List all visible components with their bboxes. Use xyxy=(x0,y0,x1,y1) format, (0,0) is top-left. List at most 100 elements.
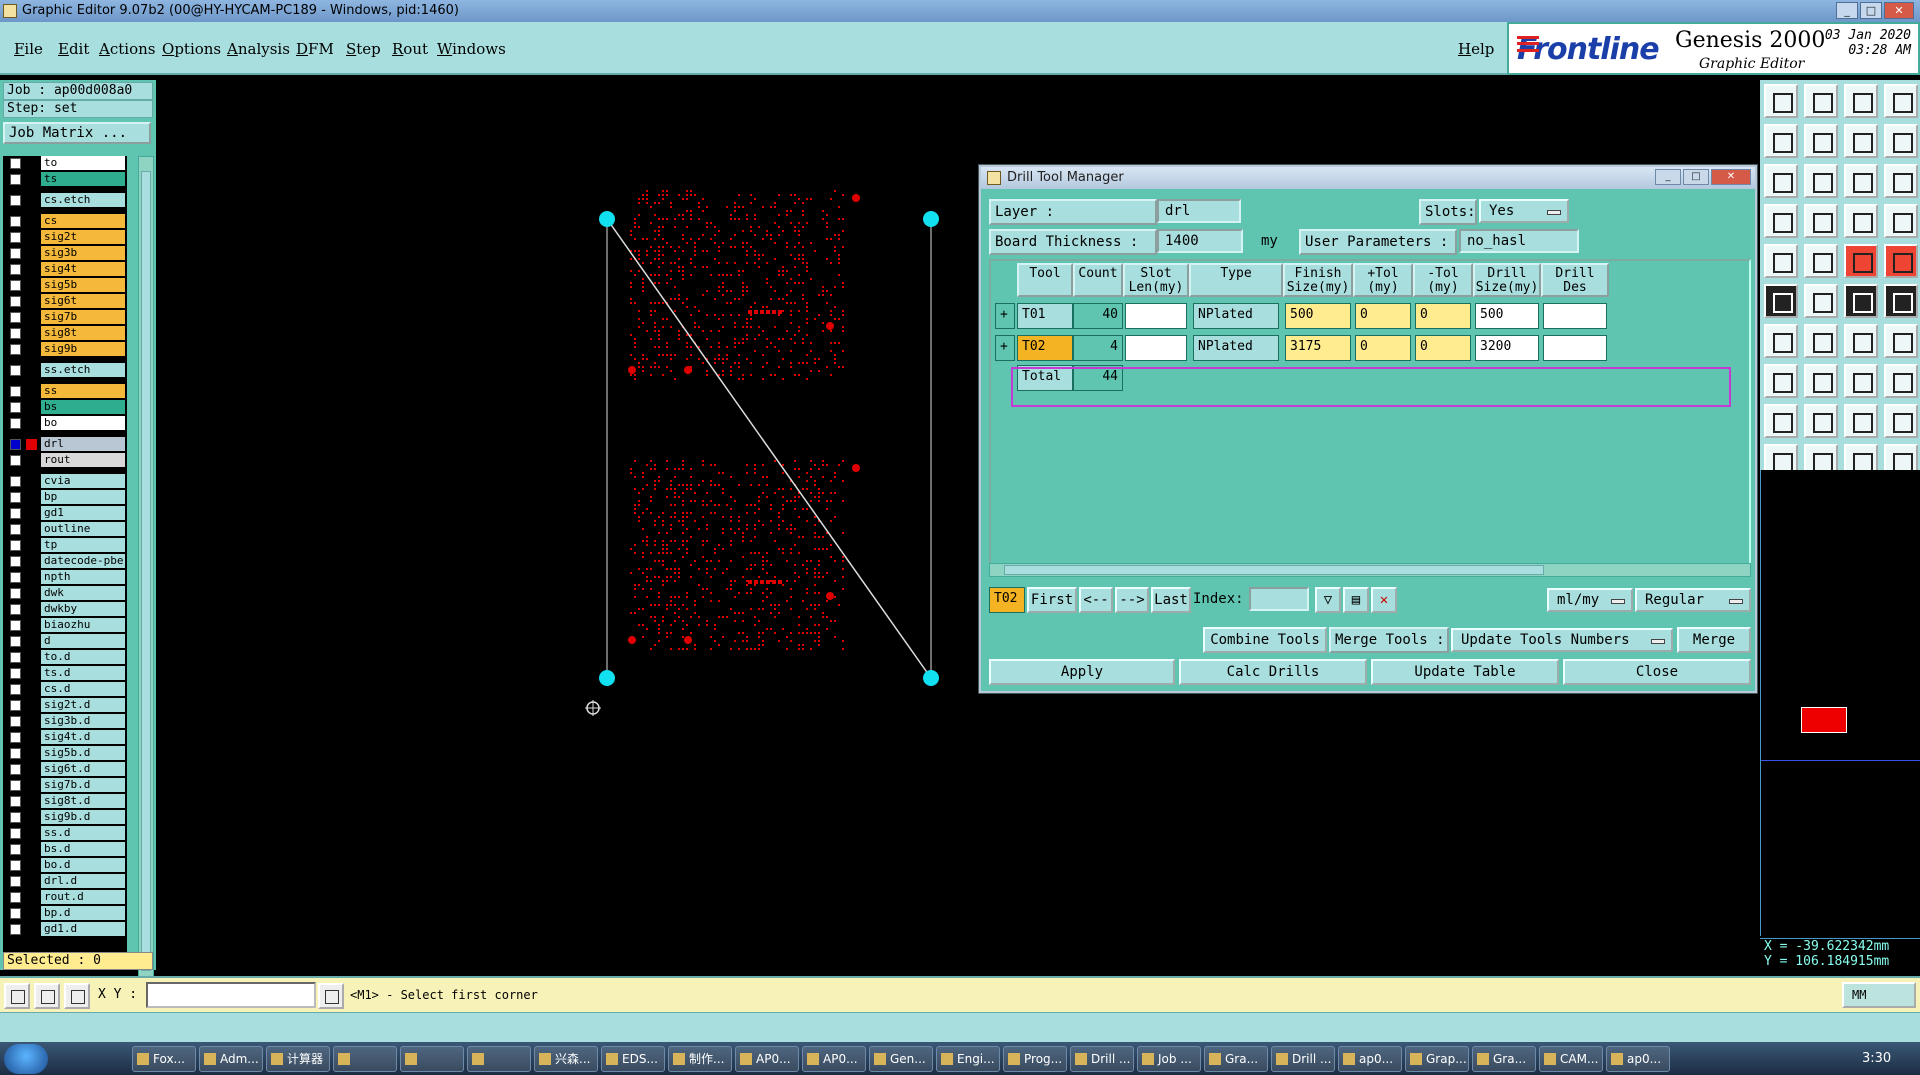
layer-name[interactable]: sig5b.d xyxy=(41,746,125,760)
layer-row-ss[interactable]: ss xyxy=(3,384,127,399)
toolbox-tool-icon[interactable] xyxy=(1884,124,1918,158)
toolbox-tool-icon[interactable] xyxy=(1764,164,1798,198)
minimize-button[interactable]: _ xyxy=(1836,2,1858,19)
layer-row-sig7b[interactable]: sig7b xyxy=(3,310,127,325)
layer-row-sig6t.d[interactable]: sig6t.d xyxy=(3,762,127,777)
toolbox-tool-icon[interactable] xyxy=(1764,364,1798,398)
layer-row-sig7b.d[interactable]: sig7b.d xyxy=(3,778,127,793)
layer-name[interactable]: d xyxy=(41,634,125,648)
col-plus-tol[interactable]: +Tol (my) xyxy=(1353,263,1413,297)
layer-checkbox[interactable] xyxy=(10,328,21,339)
taskbar-item[interactable]: Job ... xyxy=(1137,1046,1201,1072)
col-type[interactable]: Type xyxy=(1189,263,1283,297)
t01-drill-size[interactable]: 500 xyxy=(1475,303,1539,329)
t02-drill-des[interactable] xyxy=(1543,335,1607,361)
layer-name[interactable]: bo xyxy=(41,416,125,430)
t01-plus-tol[interactable]: 0 xyxy=(1355,303,1411,329)
layer-name[interactable]: sig8t xyxy=(41,326,125,340)
layer-list-scrollbar[interactable] xyxy=(138,156,154,1034)
layer-checkbox[interactable] xyxy=(10,668,21,679)
layer-name[interactable]: ss.etch xyxy=(41,363,125,377)
layer-name[interactable]: tp xyxy=(41,538,125,552)
col-finish-size[interactable]: Finish Size(my) xyxy=(1283,263,1353,297)
job-matrix-button[interactable]: Job Matrix ... xyxy=(3,122,151,144)
layer-name[interactable]: sig7b xyxy=(41,310,125,324)
slots-select[interactable]: Yes xyxy=(1479,199,1569,223)
taskbar-item[interactable]: Fox... xyxy=(132,1046,196,1072)
layer-row-bp[interactable]: bp xyxy=(3,490,127,505)
layer-row-bs[interactable]: bs xyxy=(3,400,127,415)
close-button[interactable]: Close xyxy=(1563,659,1751,685)
scroll-thumb[interactable] xyxy=(141,171,151,971)
taskbar-item[interactable]: AP0... xyxy=(735,1046,799,1072)
layer-name[interactable]: ts.d xyxy=(41,666,125,680)
layer-name[interactable]: sig7b.d xyxy=(41,778,125,792)
t01-finish[interactable]: 500 xyxy=(1285,303,1351,329)
layer-checkbox[interactable] xyxy=(10,924,21,935)
layer-checkbox[interactable] xyxy=(10,264,21,275)
menu-help[interactable]: Help xyxy=(1458,40,1494,58)
layer-row-datecode-pbe[interactable]: datecode-pbe xyxy=(3,554,127,569)
delete-icon[interactable]: ✕ xyxy=(1371,587,1397,613)
units-toggle[interactable]: ml/my xyxy=(1547,588,1633,612)
layer-checkbox[interactable] xyxy=(10,296,21,307)
maximize-button[interactable]: □ xyxy=(1860,2,1882,19)
taskbar-item[interactable]: Grap... xyxy=(1405,1046,1469,1072)
toolbox-tool-icon[interactable] xyxy=(1844,164,1878,198)
save-icon[interactable]: ▤ xyxy=(1343,587,1369,613)
toolbox-tool-icon[interactable] xyxy=(1844,124,1878,158)
layer-row-ts[interactable]: ts xyxy=(3,172,127,187)
calc-drills-button[interactable]: Calc Drills xyxy=(1179,659,1367,685)
combine-tools-button[interactable]: Combine Tools xyxy=(1203,627,1327,653)
layer-name[interactable]: ss.d xyxy=(41,826,125,840)
toolbox-tool-icon[interactable] xyxy=(1884,84,1918,118)
t02-minus-tol[interactable]: 0 xyxy=(1415,335,1471,361)
filter-icon[interactable]: ▽ xyxy=(1315,587,1341,613)
layer-checkbox[interactable] xyxy=(10,476,21,487)
layer-row-sig9b[interactable]: sig9b xyxy=(3,342,127,357)
layer-name[interactable]: cs xyxy=(41,214,125,228)
taskbar-item[interactable]: 制作... xyxy=(668,1046,732,1072)
menu-windows[interactable]: Windows xyxy=(437,40,506,58)
layer-name[interactable]: rout.d xyxy=(41,890,125,904)
menu-analysis[interactable]: Analysis xyxy=(227,40,290,58)
layer-name[interactable]: npth xyxy=(41,570,125,584)
apply-button[interactable]: Apply xyxy=(989,659,1175,685)
layer-name[interactable]: sig3b xyxy=(41,246,125,260)
layer-name[interactable]: sig4t.d xyxy=(41,730,125,744)
layer-checkbox[interactable] xyxy=(10,732,21,743)
layer-row-npth[interactable]: npth xyxy=(3,570,127,585)
layer-row-dwkby[interactable]: dwkby xyxy=(3,602,127,617)
row-expand-t02-icon[interactable]: + xyxy=(995,335,1015,361)
col-slot-len[interactable]: Slot Len(my) xyxy=(1123,263,1189,297)
taskbar-item[interactable]: AP0... xyxy=(802,1046,866,1072)
layer-checkbox[interactable] xyxy=(10,876,21,887)
layer-row-rout[interactable]: rout xyxy=(3,453,127,468)
layer-checkbox[interactable] xyxy=(10,636,21,647)
units-select[interactable]: MM xyxy=(1842,982,1916,1008)
layer-name[interactable]: datecode-pbe xyxy=(41,554,125,568)
toolbox-tool-icon[interactable] xyxy=(1764,404,1798,438)
toolbox-tool-icon[interactable] xyxy=(1844,284,1878,318)
mode-select[interactable]: Regular xyxy=(1635,588,1751,612)
layer-name[interactable]: cs.etch xyxy=(41,193,125,207)
layer-name[interactable]: ss xyxy=(41,384,125,398)
toolbox-tool-icon[interactable] xyxy=(1764,244,1798,278)
layer-checkbox[interactable] xyxy=(10,540,21,551)
dialog-close-icon[interactable]: ✕ xyxy=(1711,169,1751,185)
taskbar-item[interactable] xyxy=(333,1046,397,1072)
menu-step[interactable]: Step xyxy=(346,40,381,58)
layer-row-bo.d[interactable]: bo.d xyxy=(3,858,127,873)
menu-file[interactable]: File xyxy=(14,40,43,58)
toolbox-tool-icon[interactable] xyxy=(1844,364,1878,398)
taskbar-item[interactable]: Gra... xyxy=(1472,1046,1536,1072)
layer-checkbox[interactable] xyxy=(10,524,21,535)
layer-name[interactable]: sig5b xyxy=(41,278,125,292)
toolbox-tool-icon[interactable] xyxy=(1764,124,1798,158)
layer-row-sig3b.d[interactable]: sig3b.d xyxy=(3,714,127,729)
layer-row-cs[interactable]: cs xyxy=(3,214,127,229)
last-button[interactable]: Last xyxy=(1151,587,1191,613)
col-minus-tol[interactable]: -Tol (my) xyxy=(1413,263,1473,297)
layer-name[interactable]: gd1.d xyxy=(41,922,125,936)
layer-checkbox[interactable] xyxy=(10,796,21,807)
